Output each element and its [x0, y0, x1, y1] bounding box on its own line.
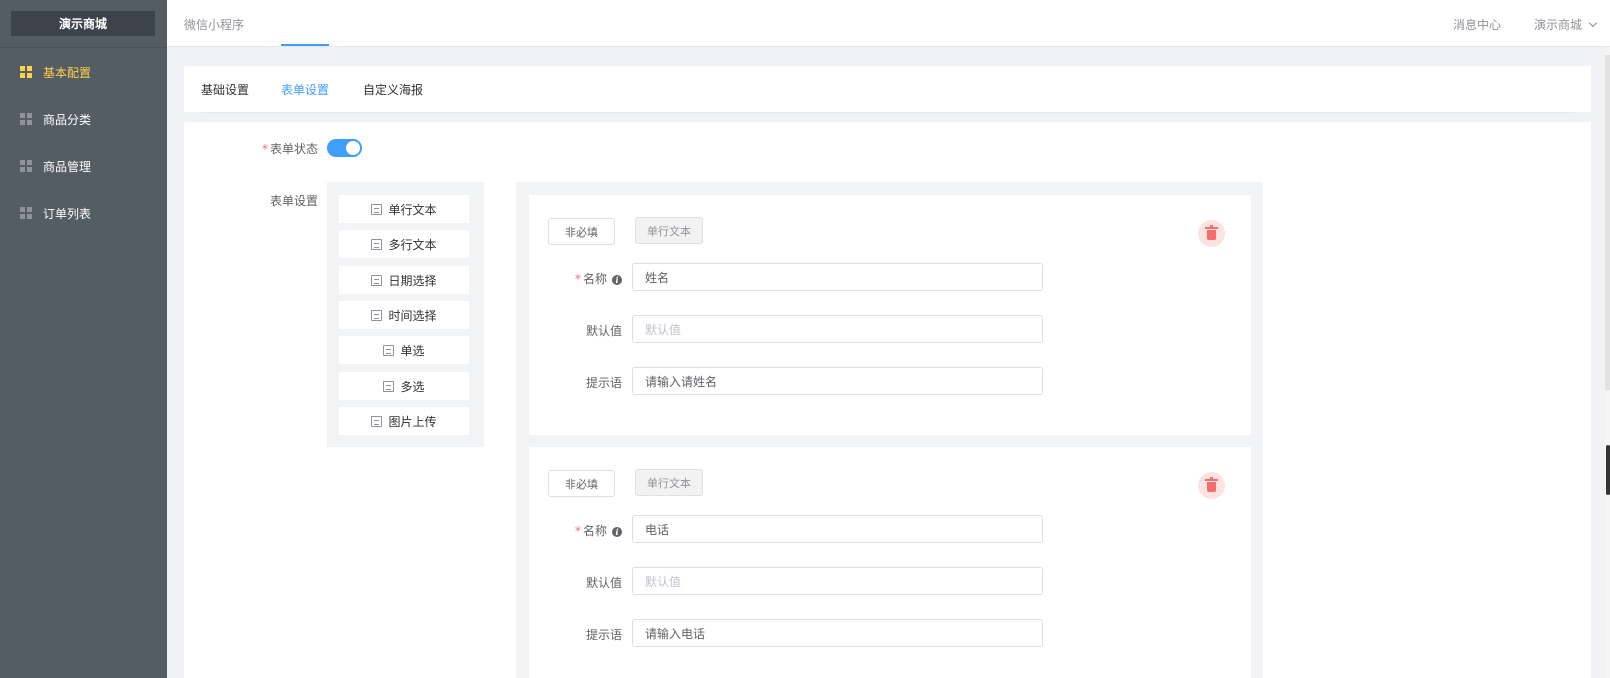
palette-item-label: 单选	[400, 343, 425, 358]
field-name-input[interactable]: 电话	[632, 515, 1043, 543]
info-icon[interactable]: i	[612, 526, 622, 537]
field-palette: 单行文本 多行文本 日期选择 时间选择 单选 多选 图片上传	[327, 182, 484, 447]
sidebar: 演示商城 基本配置 商品分类 商品管理 订单列表	[0, 0, 167, 678]
user-name: 演示商城	[1534, 18, 1583, 32]
palette-item-single-text[interactable]: 单行文本	[339, 195, 469, 223]
field-name-label: * 名称 i	[560, 522, 622, 539]
field-default-input[interactable]: 默认值	[632, 315, 1043, 343]
form-settings-label: 表单设置	[269, 194, 318, 208]
palette-item-label: 多选	[400, 379, 425, 394]
toggle-knob	[346, 141, 360, 155]
grid-icon	[20, 207, 32, 219]
field-type-button[interactable]: 单行文本	[635, 217, 703, 244]
checkbox-icon	[383, 380, 395, 392]
radio-icon	[383, 344, 395, 356]
palette-item-multi-text[interactable]: 多行文本	[339, 230, 469, 258]
field-hint-input[interactable]: 请输入电话	[632, 619, 1043, 647]
sidebar-item-label: 订单列表	[43, 206, 92, 221]
info-icon[interactable]: i	[612, 274, 622, 285]
text-field-icon	[371, 203, 383, 215]
palette-item-label: 时间选择	[388, 308, 437, 323]
field-name-text: 名称	[582, 272, 607, 286]
scrollbar-upper	[1605, 55, 1610, 390]
active-tab-indicator	[281, 44, 329, 46]
tab-basic-settings[interactable]: 基础设置	[201, 81, 249, 98]
sidebar-divider	[0, 47, 167, 48]
field-name-label: * 名称 i	[560, 270, 622, 287]
user-menu[interactable]: 演示商城	[1534, 16, 1598, 33]
required-asterisk: *	[574, 272, 581, 286]
delete-field-button[interactable]	[1198, 472, 1225, 499]
tabs-divider	[201, 112, 1575, 113]
field-name-input[interactable]: 姓名	[632, 263, 1043, 291]
field-hint-label: 提示语	[585, 376, 622, 390]
sidebar-item-product-category[interactable]: 商品分类	[0, 99, 167, 139]
palette-item-image-upload[interactable]: 图片上传	[339, 407, 469, 435]
image-icon	[371, 415, 383, 427]
palette-item-radio[interactable]: 单选	[339, 336, 469, 364]
sidebar-item-label: 商品管理	[43, 159, 92, 174]
palette-item-label: 多行文本	[388, 237, 437, 252]
grid-icon	[20, 160, 32, 172]
tab-custom-poster[interactable]: 自定义海报	[363, 81, 423, 98]
trash-icon	[1205, 476, 1218, 492]
field-default-label: 默认值	[585, 324, 622, 338]
palette-item-checkbox[interactable]: 多选	[339, 372, 469, 400]
tabs-bar: 基础设置 表单设置 自定义海报	[184, 66, 1591, 112]
grid-icon	[20, 113, 32, 125]
required-asterisk: *	[261, 142, 268, 156]
form-status-label: * 表单状态	[250, 140, 318, 157]
form-status-toggle[interactable]	[327, 139, 362, 157]
palette-item-label: 图片上传	[388, 414, 437, 429]
chevron-down-icon	[1588, 18, 1598, 27]
required-toggle-button[interactable]: 非必填	[548, 218, 615, 245]
field-type-button[interactable]: 单行文本	[635, 469, 703, 496]
required-toggle-button[interactable]: 非必填	[548, 470, 615, 497]
header-title: 微信小程序	[184, 18, 245, 32]
sidebar-item-label: 商品分类	[43, 112, 92, 127]
palette-item-label: 日期选择	[388, 273, 437, 288]
grid-icon	[20, 66, 32, 78]
required-asterisk: *	[574, 524, 581, 538]
palette-item-time[interactable]: 时间选择	[339, 301, 469, 329]
field-hint-label: 提示语	[585, 628, 622, 642]
field-name-text: 名称	[582, 524, 607, 538]
field-default-input[interactable]: 默认值	[632, 567, 1043, 595]
palette-item-label: 单行文本	[388, 202, 437, 217]
delete-field-button[interactable]	[1198, 220, 1225, 247]
calendar-icon	[371, 274, 383, 286]
form-status-text: 表单状态	[269, 142, 318, 156]
sidebar-item-order-list[interactable]: 订单列表	[0, 193, 167, 233]
trash-icon	[1205, 224, 1218, 240]
tab-form-settings[interactable]: 表单设置	[281, 81, 329, 98]
clock-icon	[371, 309, 383, 321]
top-header: 微信小程序 消息中心 演示商城	[167, 0, 1610, 47]
message-center-link[interactable]: 消息中心	[1453, 16, 1501, 33]
field-default-label: 默认值	[585, 576, 622, 590]
palette-item-date[interactable]: 日期选择	[339, 266, 469, 294]
sidebar-item-label: 基本配置	[43, 65, 92, 80]
scrollbar-thumb[interactable]	[1606, 445, 1610, 495]
sidebar-item-basic-config[interactable]: 基本配置	[0, 52, 167, 92]
textarea-icon	[371, 238, 383, 250]
field-hint-input[interactable]: 请输入请姓名	[632, 367, 1043, 395]
brand-logo[interactable]: 演示商城	[11, 11, 155, 36]
sidebar-item-product-management[interactable]: 商品管理	[0, 146, 167, 186]
